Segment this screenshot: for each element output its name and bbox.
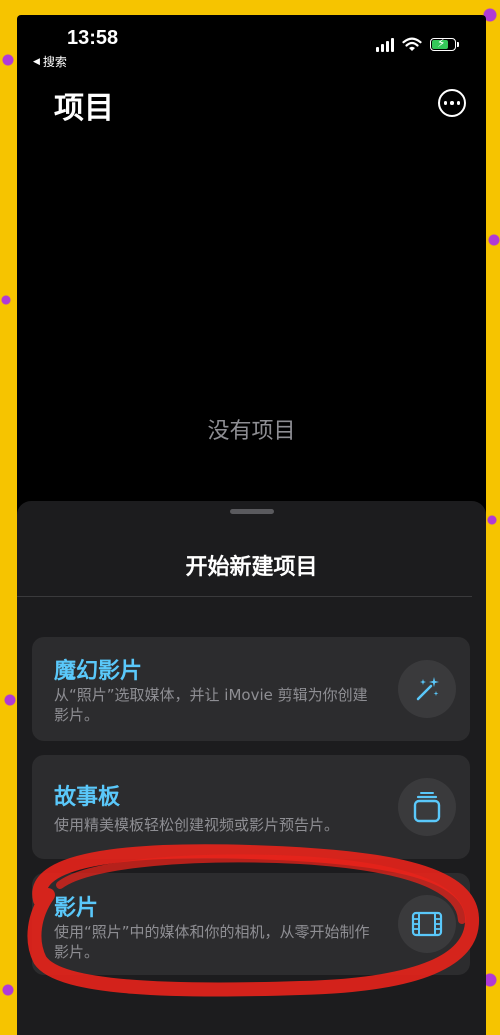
battery-icon: ⚡ (430, 36, 459, 51)
option-storyboard[interactable]: 故事板 使用精美模板轻松创建视频或影片预告片。 (32, 755, 470, 859)
option-description: 使用精美模板轻松创建视频或影片预告片。 (54, 816, 340, 834)
empty-state-text: 没有项目 (207, 419, 296, 444)
storyboard-icon (398, 778, 456, 836)
page-title: 项目 (54, 91, 114, 126)
option-description: 从“照片”选取媒体，并让 iMovie 剪辑为你创建影片。 (54, 686, 368, 724)
back-label: 搜索 (42, 55, 67, 69)
option-title: 影片 (54, 896, 99, 921)
option-magic-movie[interactable]: 魔幻影片 从“照片”选取媒体，并让 iMovie 剪辑为你创建影片。 (32, 637, 470, 741)
option-title: 故事板 (54, 785, 121, 810)
option-description: 使用“照片”中的媒体和你的相机，从零开始制作影片。 (54, 923, 370, 961)
option-movie[interactable]: 影片 使用“照片”中的媒体和你的相机，从零开始制作影片。 (32, 873, 470, 975)
ellipsis-circle-icon[interactable] (438, 89, 466, 117)
sheet-grabber[interactable] (229, 509, 274, 514)
back-to-search-link[interactable]: ◀ 搜索 (33, 53, 67, 70)
wifi-icon (402, 37, 422, 51)
sheet-title: 开始新建项目 (185, 555, 318, 580)
option-title: 魔幻影片 (54, 659, 143, 684)
new-project-sheet: 开始新建项目 魔幻影片 从“照片”选取媒体，并让 iMovie 剪辑为你创建影片… (17, 501, 486, 1035)
status-icons: ⚡ (376, 36, 459, 52)
magic-wand-icon (398, 660, 456, 718)
status-time: 13:58 (67, 27, 119, 49)
divider (17, 596, 472, 597)
phone-screen: 13:58 ◀ 搜索 ⚡ 项目 没有项目 开始新建项目 魔幻影片 从“照片”选取… (17, 15, 486, 1035)
cellular-signal-icon (376, 37, 394, 52)
back-arrow-icon: ◀ (33, 56, 40, 67)
film-icon (398, 895, 456, 953)
